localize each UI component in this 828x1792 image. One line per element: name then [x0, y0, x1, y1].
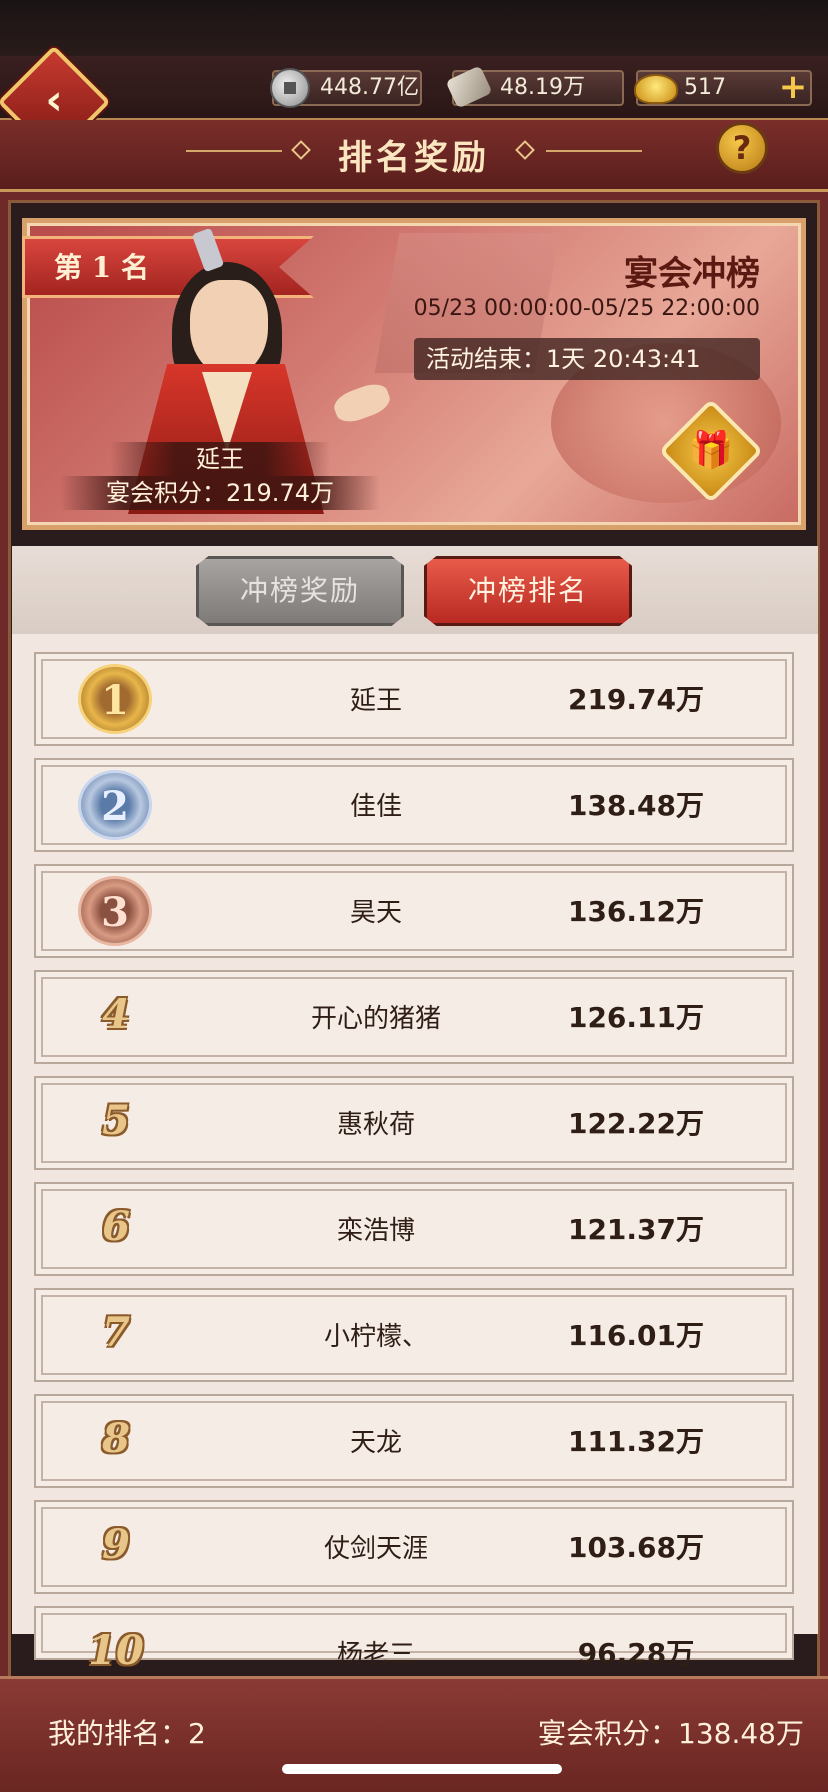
rank-number: 8 [102, 1415, 130, 1462]
page-title: 排名奖励 [338, 138, 490, 178]
player-name: 昊天 [349, 898, 402, 928]
silver-medal-icon: 2 [78, 770, 152, 840]
gold-medal-icon: 1 [78, 664, 152, 734]
rank-number: 5 [102, 1097, 130, 1144]
player-score: 126.11万 [567, 1001, 705, 1034]
player-name: 仗剑天涯 [323, 1534, 428, 1564]
top-rank-label: 第 1 名 [54, 251, 149, 284]
player-score: 138.48万 [567, 789, 705, 822]
player-name: 栾浩博 [336, 1216, 415, 1246]
bronze-medal-icon: 3 [78, 876, 152, 946]
ranking-row[interactable]: 6 栾浩博 121.37万 [34, 1182, 794, 1276]
player-name: 小柠檬、 [323, 1322, 428, 1352]
player-score: 116.01万 [567, 1319, 705, 1352]
top-player-name: 延王 [110, 442, 330, 476]
status-strip [0, 0, 828, 60]
player-score: 96.28万 [577, 1637, 695, 1670]
top-score-label: 宴会积分： [106, 479, 226, 507]
my-rank: 我的排名：2 [48, 1712, 288, 1752]
player-name: 杨老三 [336, 1640, 415, 1670]
gold-ingot-icon [634, 74, 678, 104]
tab-rank-rewards[interactable]: 冲榜奖励 [196, 556, 404, 626]
event-title: 宴会冲榜 [624, 254, 760, 294]
scroll-icon [445, 65, 493, 109]
player-name: 天龙 [349, 1428, 402, 1458]
help-button[interactable]: ? [716, 122, 768, 174]
ranking-row[interactable]: 2 佳佳 138.48万 [34, 758, 794, 852]
top-score-value: 219.74万 [226, 479, 334, 507]
player-name: 佳佳 [349, 792, 402, 822]
rank-number: 9 [102, 1521, 130, 1568]
event-dates: 05/23 00:00:00-05/25 22:00:00 [413, 296, 760, 321]
top-player-score: 宴会积分：219.74万 [60, 476, 380, 510]
silver-amount: 448.77亿 [320, 75, 419, 100]
countdown-label: 活动结束： [426, 345, 546, 373]
my-score-value: 138.48万 [678, 1717, 804, 1750]
my-score-label: 宴会积分： [538, 1717, 679, 1750]
tab-area [12, 546, 818, 634]
my-rank-label: 我的排名： [48, 1717, 189, 1750]
gold-amount: 517 [684, 75, 726, 100]
ranking-row[interactable]: 7 小柠檬、 116.01万 [34, 1288, 794, 1382]
player-name: 开心的猪猪 [310, 1004, 441, 1034]
character-face [190, 280, 268, 376]
title-ornament-left [186, 150, 282, 152]
ranking-row[interactable]: 1 延王 219.74万 [34, 652, 794, 746]
player-score: 136.12万 [567, 895, 705, 928]
player-score: 103.68万 [567, 1531, 705, 1564]
ranking-row[interactable]: 4 开心的猪猪 126.11万 [34, 970, 794, 1064]
add-gold-button[interactable]: + [776, 70, 810, 106]
player-score: 111.32万 [567, 1425, 705, 1458]
ranking-row[interactable]: 9 仗剑天涯 103.68万 [34, 1500, 794, 1594]
scroll-amount: 48.19万 [500, 75, 585, 100]
player-score: 122.22万 [567, 1107, 705, 1140]
gift-icon[interactable]: 🎁 [683, 428, 739, 474]
home-indicator[interactable] [282, 1764, 562, 1774]
ranking-row[interactable]: 8 天龙 111.32万 [34, 1394, 794, 1488]
rank-number: 7 [102, 1309, 130, 1356]
ranking-row[interactable]: 5 惠秋荷 122.22万 [34, 1076, 794, 1170]
tab-rank-list[interactable]: 冲榜排名 [424, 556, 632, 626]
silver-currency: 448.77亿 [270, 68, 422, 108]
player-name: 惠秋荷 [336, 1110, 415, 1140]
player-score: 121.37万 [567, 1213, 705, 1246]
title-ornament-right [546, 150, 642, 152]
ranking-row[interactable]: 3 昊天 136.12万 [34, 864, 794, 958]
player-score: 219.74万 [567, 683, 705, 716]
scroll-currency: 48.19万 [445, 65, 624, 109]
my-rank-value: 2 [188, 1717, 206, 1750]
rank-number: 4 [102, 991, 130, 1038]
countdown: 活动结束：1天 20:43:41 [420, 342, 760, 376]
my-score: 宴会积分：138.48万 [484, 1712, 804, 1752]
ranking-row[interactable]: 10 杨老三 96.28万 [34, 1606, 794, 1674]
silver-coin-icon [270, 68, 310, 108]
rank-number: 6 [102, 1203, 130, 1250]
player-name: 延王 [349, 686, 402, 716]
countdown-value: 1天 20:43:41 [546, 345, 701, 373]
